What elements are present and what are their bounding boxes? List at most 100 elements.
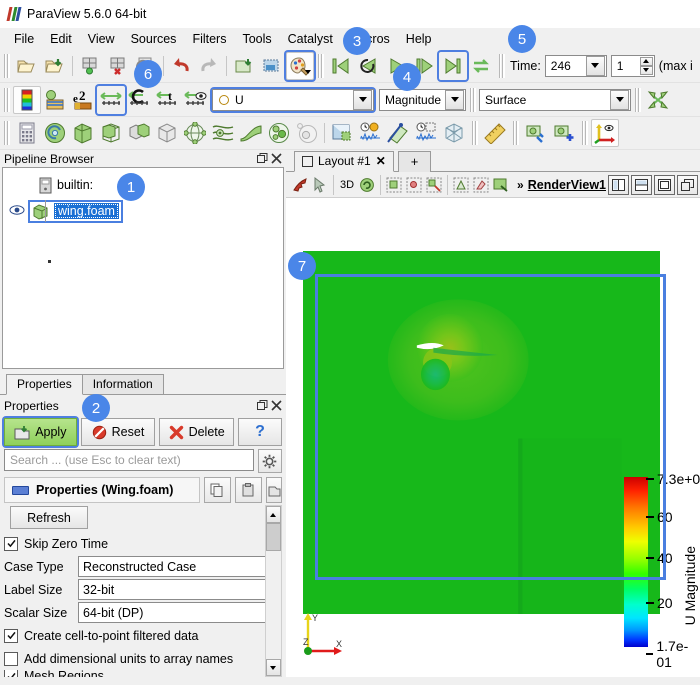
close-icon[interactable]: [270, 399, 284, 413]
connect-button[interactable]: [76, 52, 104, 80]
toolbar-grip[interactable]: [469, 87, 476, 112]
camera-settings-button[interactable]: [522, 119, 550, 147]
glyph-filter-button[interactable]: [181, 119, 209, 147]
render-view-canvas[interactable]: 7.3e+01 60 40 20: [285, 198, 700, 677]
section-expand-icon[interactable]: [12, 485, 29, 495]
tab-properties[interactable]: Properties: [6, 374, 83, 395]
stream-tracer-filter-button[interactable]: [209, 119, 237, 147]
add-layout-button[interactable]: +: [397, 151, 432, 172]
frame-index-spinbox[interactable]: 1: [610, 54, 655, 77]
refresh-button[interactable]: Refresh: [10, 506, 88, 529]
restore-defaults-icon[interactable]: [265, 477, 282, 503]
loop-button[interactable]: [467, 52, 495, 80]
menu-help[interactable]: Help: [398, 30, 440, 48]
screenshot-button[interactable]: [258, 52, 286, 80]
scroll-down-button[interactable]: [265, 659, 281, 676]
orientation-axes[interactable]: Y X Z: [296, 609, 354, 657]
toolbar-grip[interactable]: [471, 121, 478, 145]
select-cells-through-icon[interactable]: [424, 175, 444, 195]
undock-icon[interactable]: [256, 399, 270, 413]
menu-sources[interactable]: Sources: [123, 30, 185, 48]
contour-filter-button[interactable]: [41, 119, 69, 147]
menu-catalyst[interactable]: Catalyst: [280, 30, 341, 48]
skip-zero-time-checkbox[interactable]: [4, 536, 18, 551]
camera-reset-button[interactable]: [357, 175, 377, 195]
interact-icon[interactable]: [290, 175, 310, 195]
property-row-scalar-size[interactable]: Scalar Size 64-bit (DP): [4, 601, 282, 624]
case-type-field[interactable]: Reconstructed Case: [78, 556, 282, 577]
split-vertical-button[interactable]: [631, 174, 652, 195]
save-state-button[interactable]: [41, 52, 69, 80]
clip-filter-button[interactable]: [69, 119, 97, 147]
component-combo[interactable]: Magnitude: [379, 88, 466, 111]
representation-combo[interactable]: Surface: [479, 88, 631, 111]
rescale-over-time-button[interactable]: t: [153, 86, 181, 114]
help-button[interactable]: ?: [237, 418, 282, 446]
reset-button[interactable]: Reset: [80, 418, 156, 446]
disconnect-button[interactable]: [104, 52, 132, 80]
toolbar-grip[interactable]: [512, 121, 519, 145]
mesh-regions-checkbox[interactable]: [4, 670, 18, 677]
toolbar-grip[interactable]: [3, 87, 10, 112]
color-legend-bar[interactable]: [624, 477, 648, 647]
extract-subset-filter-button[interactable]: [153, 119, 181, 147]
zoom-to-data-button[interactable]: [644, 86, 672, 114]
property-row-skip-zero-time[interactable]: Skip Zero Time: [4, 532, 282, 555]
plot-over-line-button[interactable]: [328, 119, 356, 147]
close-icon[interactable]: [270, 152, 284, 166]
menu-file[interactable]: File: [6, 30, 42, 48]
scalar-size-field[interactable]: 64-bit (DP): [78, 602, 282, 623]
scrollbar-thumb[interactable]: [265, 523, 281, 551]
maximize-view-button[interactable]: [654, 174, 675, 195]
camera-add-button[interactable]: [550, 119, 578, 147]
menu-view[interactable]: View: [80, 30, 123, 48]
rescale-to-data-range-button[interactable]: [97, 86, 125, 114]
tab-layout-1[interactable]: Layout #1 ✕: [293, 151, 394, 172]
property-row-cell-to-point[interactable]: Create cell-to-point filtered data: [4, 624, 282, 647]
scroll-up-button[interactable]: [265, 506, 281, 523]
choose-preset-button[interactable]: e 2: [69, 86, 97, 114]
toggle-color-legend-button[interactable]: [13, 85, 41, 114]
chevron-down-icon[interactable]: [610, 89, 629, 110]
undock-icon[interactable]: [256, 152, 270, 166]
interactive-select-icon[interactable]: [491, 175, 511, 195]
label-size-field[interactable]: 32-bit: [78, 579, 282, 600]
pipeline-browser[interactable]: builtin: wing.foam: [2, 167, 284, 369]
select-block-icon[interactable]: [471, 175, 491, 195]
apply-button[interactable]: Apply: [4, 418, 77, 446]
toolbar-grip[interactable]: [581, 121, 588, 145]
rescale-to-custom-range-button[interactable]: [125, 86, 153, 114]
toolbar-grip[interactable]: [634, 87, 641, 112]
cell-to-point-checkbox[interactable]: [4, 628, 18, 643]
chevron-down-icon[interactable]: [445, 89, 464, 110]
first-frame-button[interactable]: [327, 52, 355, 80]
paste-icon[interactable]: [234, 477, 262, 503]
properties-section-header[interactable]: Properties (Wing.foam): [4, 477, 200, 503]
slice-filter-button[interactable]: [97, 119, 125, 147]
copy-icon[interactable]: [203, 477, 231, 503]
render-view-link[interactable]: RenderView1: [528, 178, 606, 192]
undo-button[interactable]: [167, 52, 195, 80]
delete-button[interactable]: Delete: [159, 418, 234, 446]
spinner-icon[interactable]: [639, 56, 653, 75]
toggle-3d-button[interactable]: 3D: [340, 179, 354, 191]
edit-color-map-button[interactable]: [286, 51, 314, 80]
chevron-down-icon[interactable]: [353, 89, 372, 110]
dimensional-units-checkbox[interactable]: [4, 651, 18, 666]
property-row-case-type[interactable]: Case Type Reconstructed Case: [4, 555, 282, 578]
ruler-tool-button[interactable]: [481, 119, 509, 147]
extract-level-filter-button[interactable]: [293, 119, 321, 147]
tab-information[interactable]: Information: [81, 374, 164, 394]
plot-selection-over-time-button[interactable]: [356, 119, 384, 147]
previous-frame-button[interactable]: [355, 52, 383, 80]
probe-location-button[interactable]: [384, 119, 412, 147]
undock-view-button[interactable]: [677, 174, 698, 195]
chevron-down-icon[interactable]: [585, 55, 605, 76]
property-row-label-size[interactable]: Label Size 32-bit: [4, 578, 282, 601]
menu-tools[interactable]: Tools: [234, 30, 279, 48]
overflow-chevron-icon[interactable]: »: [517, 178, 524, 192]
plot-data-over-time-button[interactable]: [412, 119, 440, 147]
axes-orientation-button[interactable]: [591, 119, 619, 147]
menu-edit[interactable]: Edit: [42, 30, 80, 48]
select-icon[interactable]: [310, 175, 330, 195]
